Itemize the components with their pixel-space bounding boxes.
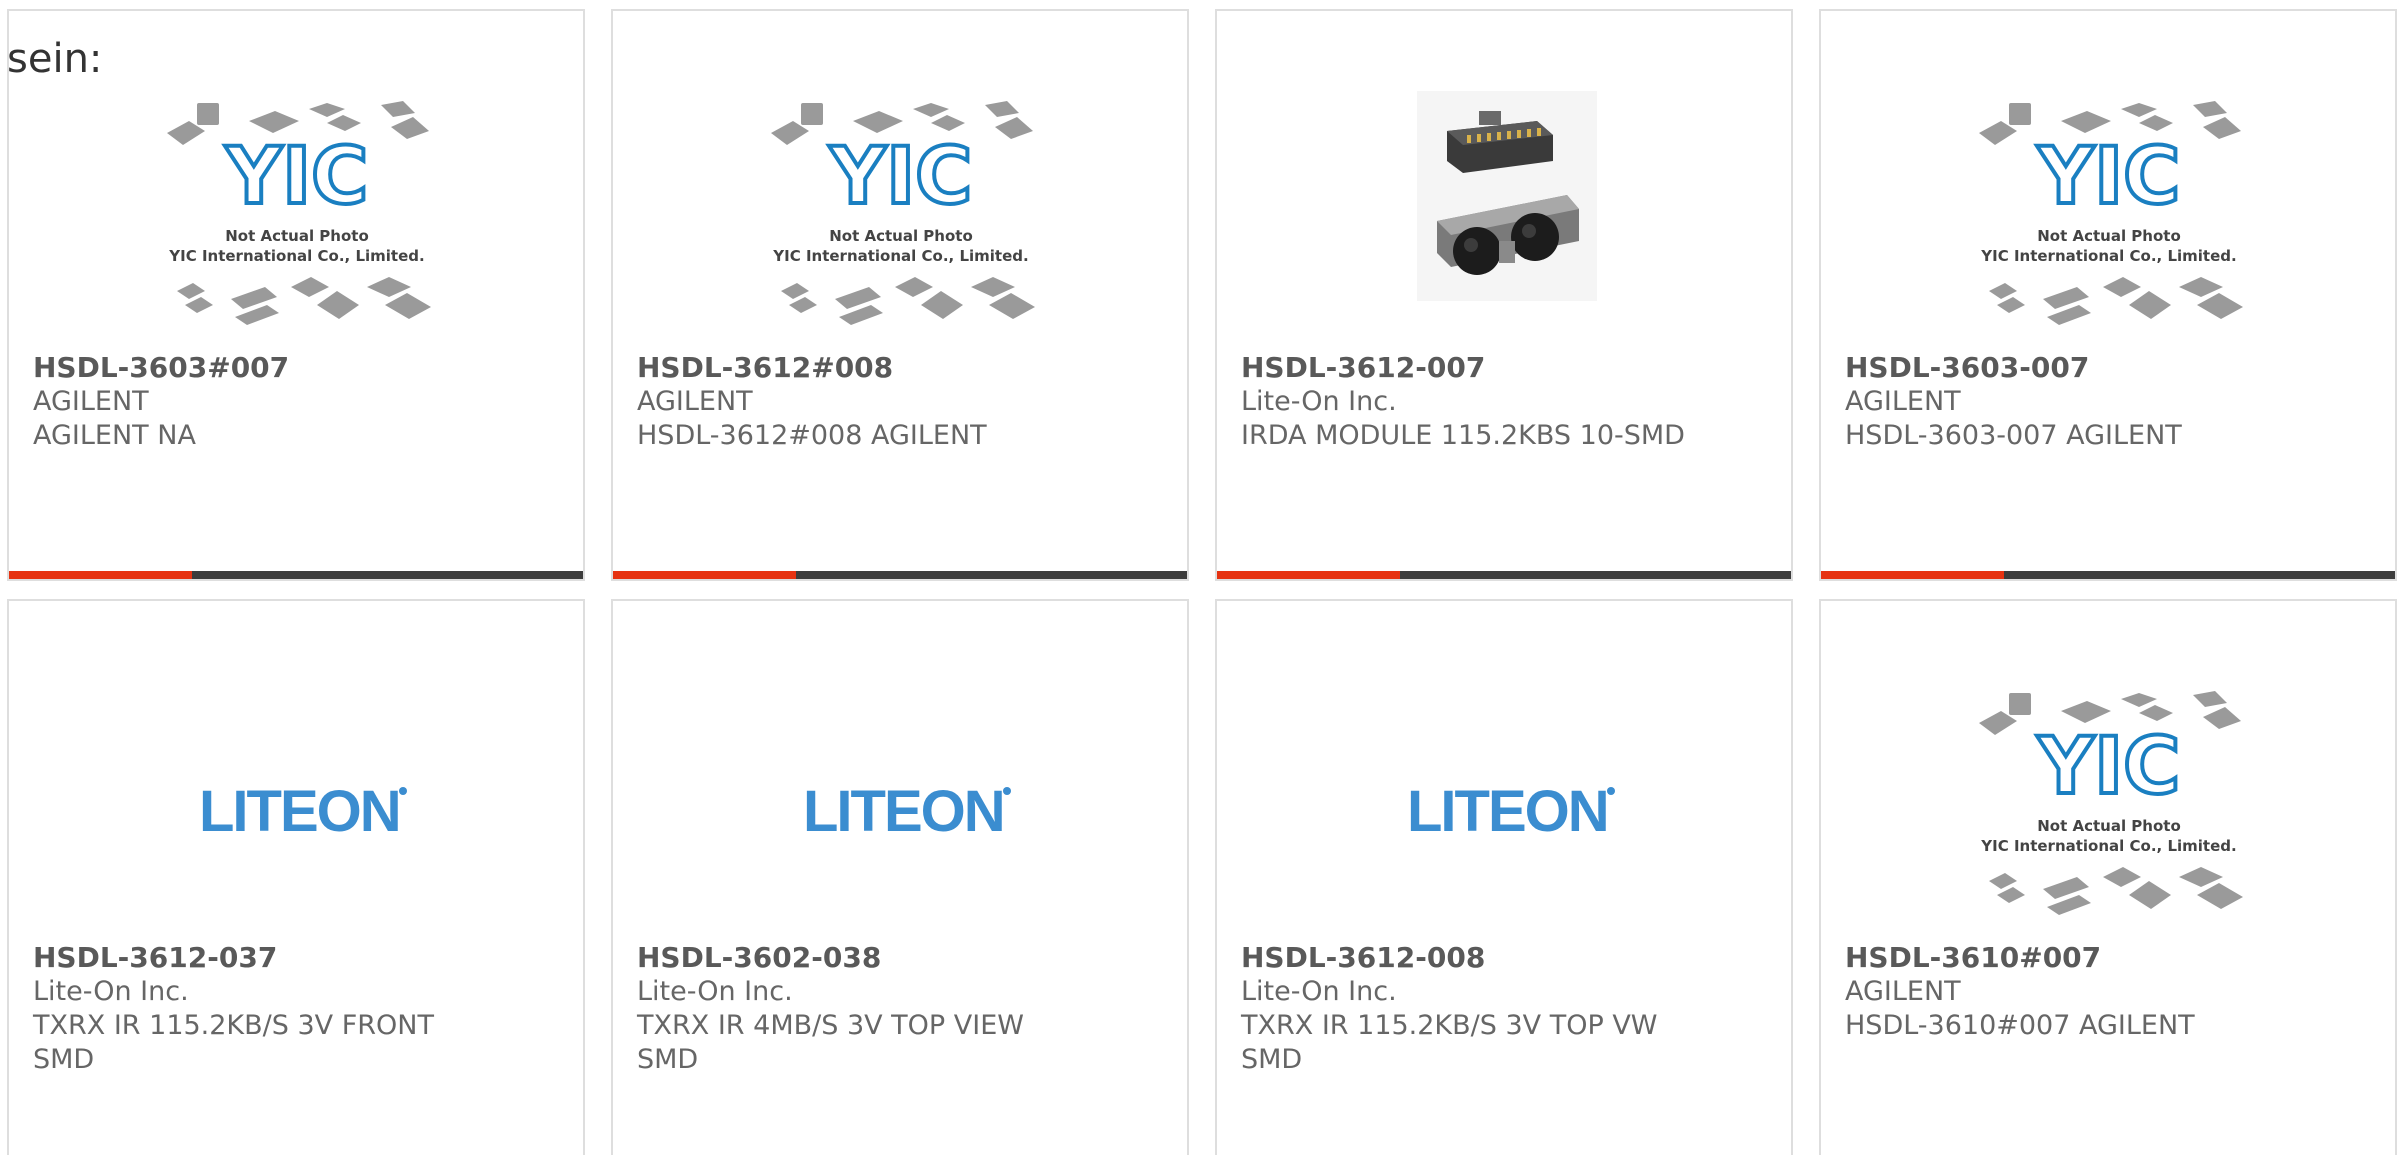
card-bottom-bar (613, 571, 1187, 579)
product-card[interactable]: LITEON HSDL-3612-037 Lite-On Inc. TXRX I… (7, 599, 585, 1155)
part-number-link[interactable]: HSDL-3602-038 (637, 941, 1157, 975)
part-number-link[interactable]: HSDL-3612#008 (637, 351, 1157, 385)
product-image-placeholder: YIC Not Actual Photo YIC International C… (771, 101, 1035, 325)
card-accent-bar (1217, 571, 1400, 579)
card-accent-bar (9, 571, 192, 579)
product-card[interactable]: LITEON HSDL-3612-008 Lite-On Inc. TXRX I… (1215, 599, 1793, 1155)
product-info: HSDL-3610#007 AGILENT HSDL-3610#007 AGIL… (1845, 941, 2365, 1043)
manufacturer: AGILENT (1845, 386, 1961, 417)
product-info: HSDL-3602-038 Lite-On Inc. TXRX IR 4MB/S… (637, 941, 1157, 1077)
product-description: IRDA MODULE 115.2KBS 10-SMD (1241, 420, 1685, 451)
intro-text: sein: (7, 36, 103, 82)
irda-module-photo (1417, 91, 1597, 301)
product-card[interactable]: YIC Not Actual Photo YIC International C… (1819, 9, 2397, 581)
product-image-placeholder: YIC Not Actual Photo YIC International C… (1979, 101, 2243, 325)
product-grid-page: sein: YIC Not Actual Photo YIC Internati… (0, 0, 2400, 1155)
svg-text:Not Actual Photo: Not Actual Photo (225, 227, 369, 245)
svg-text:YIC International Co., Limited: YIC International Co., Limited. (772, 247, 1028, 265)
card-accent-bar (613, 571, 796, 579)
product-info: HSDL-3612-037 Lite-On Inc. TXRX IR 115.2… (33, 941, 553, 1077)
svg-text:YIC: YIC (2037, 132, 2181, 222)
svg-text:LITEON: LITEON (199, 779, 400, 844)
product-description: HSDL-3603-007 AGILENT (1845, 420, 2182, 451)
svg-text:Not Actual Photo: Not Actual Photo (829, 227, 973, 245)
part-number-link[interactable]: HSDL-3610#007 (1845, 941, 2365, 975)
card-bottom-bar (1217, 571, 1791, 579)
liteon-logo: LITEON (199, 779, 407, 844)
part-number-link[interactable]: HSDL-3612-008 (1241, 941, 1761, 975)
part-number-link[interactable]: HSDL-3612-037 (33, 941, 553, 975)
product-description: HSDL-3610#007 AGILENT (1845, 1010, 2195, 1041)
manufacturer: AGILENT (33, 386, 149, 417)
card-accent-bar (1821, 571, 2004, 579)
product-card[interactable]: LITEON HSDL-3602-038 Lite-On Inc. TXRX I… (611, 599, 1189, 1155)
manufacturer: Lite-On Inc. (1241, 386, 1397, 417)
product-description: TXRX IR 4MB/S 3V TOP VIEW SMD (637, 1010, 1024, 1075)
product-info: HSDL-3612-007 Lite-On Inc. IRDA MODULE 1… (1241, 351, 1761, 453)
product-info: HSDL-3612#008 AGILENT HSDL-3612#008 AGIL… (637, 351, 1157, 453)
manufacturer: Lite-On Inc. (33, 976, 189, 1007)
svg-text:Not Actual Photo: Not Actual Photo (2037, 817, 2181, 835)
product-info: HSDL-3603#007 AGILENT AGILENT NA (33, 351, 553, 453)
svg-text:LITEON: LITEON (803, 779, 1004, 844)
svg-text:LITEON: LITEON (1407, 779, 1608, 844)
product-image-placeholder: YIC Not Actual Photo YIC International C… (1979, 691, 2243, 915)
product-description: TXRX IR 115.2KB/S 3V TOP VW SMD (1241, 1010, 1658, 1075)
svg-text:YIC: YIC (225, 132, 369, 222)
liteon-logo: LITEON (803, 779, 1011, 844)
card-bottom-bar (1821, 571, 2395, 579)
svg-text:Not Actual Photo: Not Actual Photo (2037, 227, 2181, 245)
svg-text:YIC: YIC (829, 132, 973, 222)
svg-text:YIC International Co., Limited: YIC International Co., Limited. (168, 247, 424, 265)
part-number-link[interactable]: HSDL-3603#007 (33, 351, 553, 385)
liteon-logo: LITEON (1407, 779, 1615, 844)
svg-text:YIC International Co., Limited: YIC International Co., Limited. (1980, 837, 2236, 855)
product-description: HSDL-3612#008 AGILENT (637, 420, 987, 451)
manufacturer: Lite-On Inc. (637, 976, 793, 1007)
product-card[interactable]: HSDL-3612-007 Lite-On Inc. IRDA MODULE 1… (1215, 9, 1793, 581)
product-info: HSDL-3603-007 AGILENT HSDL-3603-007 AGIL… (1845, 351, 2365, 453)
product-card[interactable]: YIC Not Actual Photo YIC International C… (611, 9, 1189, 581)
product-description: AGILENT NA (33, 420, 196, 451)
product-image-placeholder: YIC Not Actual Photo YIC International C… (167, 101, 431, 325)
manufacturer: AGILENT (1845, 976, 1961, 1007)
card-bottom-bar (9, 571, 583, 579)
manufacturer: AGILENT (637, 386, 753, 417)
svg-text:YIC: YIC (2037, 722, 2181, 812)
product-card[interactable]: YIC Not Actual Photo YIC International C… (1819, 599, 2397, 1155)
product-description: TXRX IR 115.2KB/S 3V FRONT SMD (33, 1010, 434, 1075)
product-info: HSDL-3612-008 Lite-On Inc. TXRX IR 115.2… (1241, 941, 1761, 1077)
manufacturer: Lite-On Inc. (1241, 976, 1397, 1007)
part-number-link[interactable]: HSDL-3603-007 (1845, 351, 2365, 385)
part-number-link[interactable]: HSDL-3612-007 (1241, 351, 1761, 385)
svg-text:YIC International Co., Limited: YIC International Co., Limited. (1980, 247, 2236, 265)
product-card[interactable]: YIC Not Actual Photo YIC International C… (7, 9, 585, 581)
